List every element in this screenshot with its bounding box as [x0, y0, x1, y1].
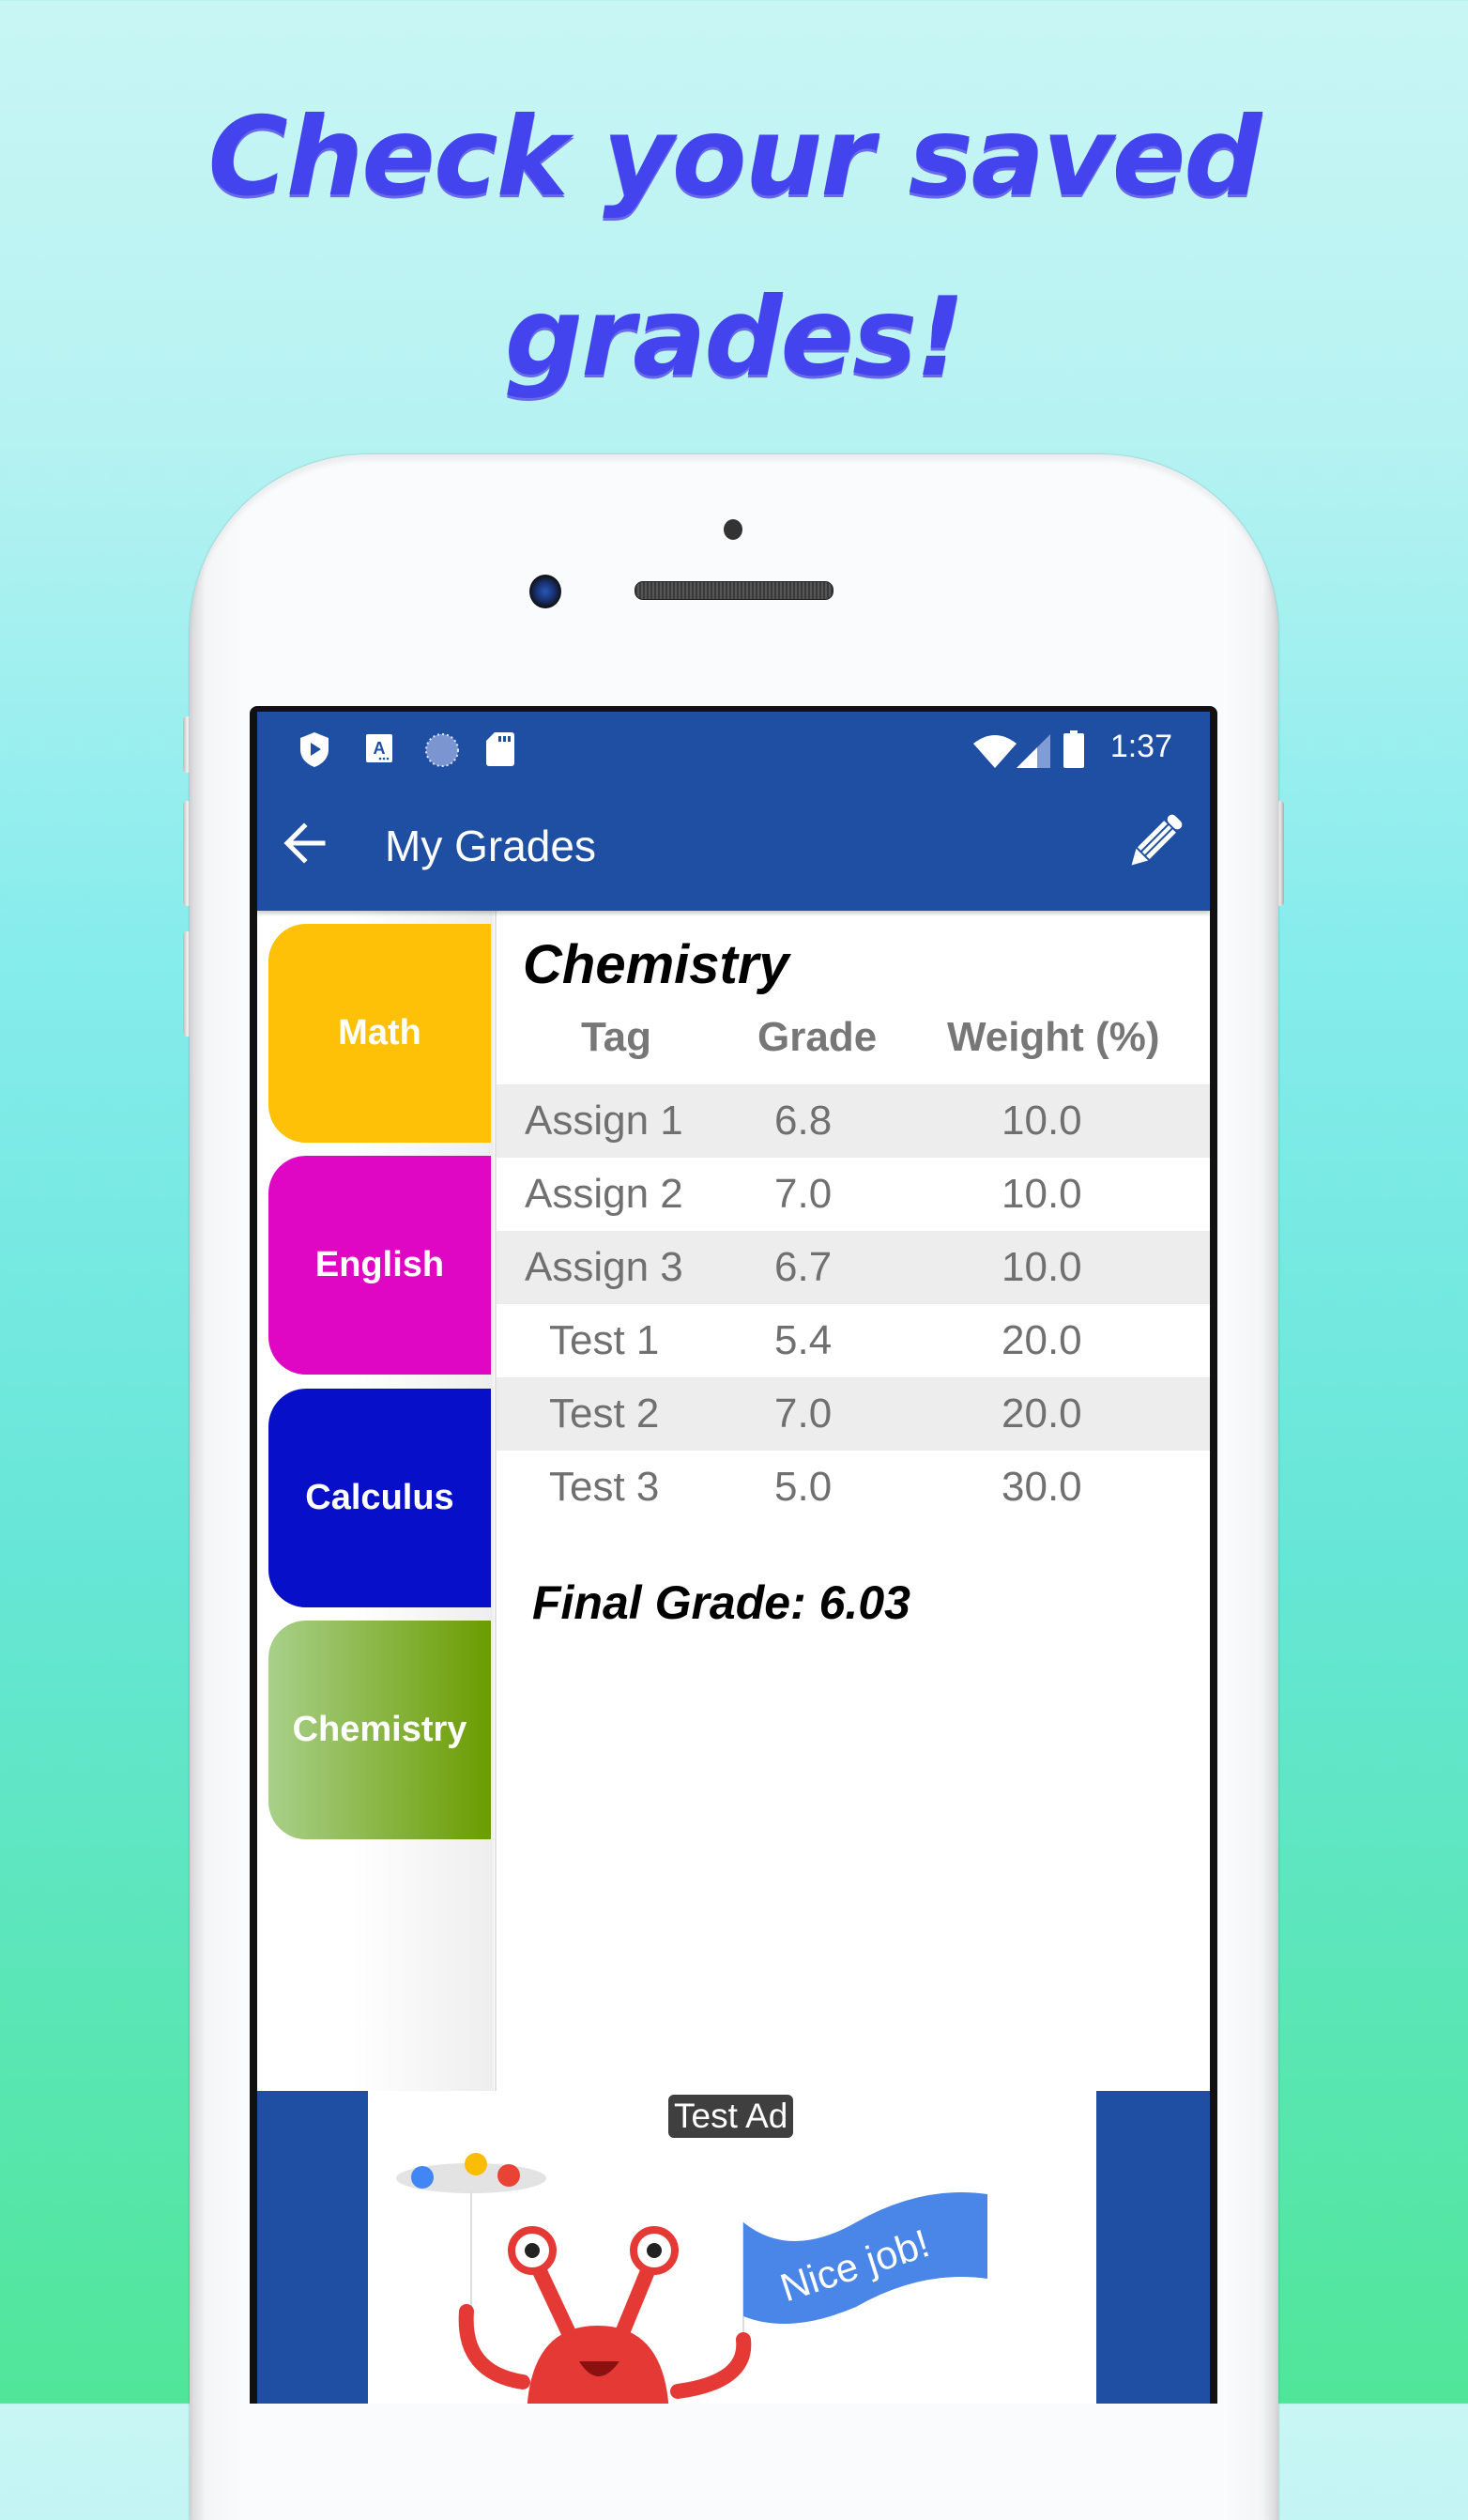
wifi-icon [973, 735, 1017, 768]
status-time: 1:37 [1109, 729, 1172, 764]
cell-tag: Assign 3 [525, 1244, 683, 1290]
cell-weight: 10.0 [1002, 1098, 1082, 1144]
promo-headline-line1: Check your saved [207, 94, 1262, 221]
tab-math[interactable]: Math [268, 924, 491, 1143]
arrow-left-icon [283, 822, 326, 864]
cell-grade: 5.0 [774, 1464, 833, 1510]
cell-grade: 7.0 [774, 1171, 833, 1217]
phone-screen: A 1:37 My Grades Math English Calculus C… [250, 706, 1217, 2404]
proximity-sensor [724, 519, 742, 540]
tab-label: Math [338, 1013, 421, 1053]
table-row[interactable]: Test 1 5.4 20.0 [497, 1304, 1210, 1377]
cell-grade: 6.8 [774, 1098, 833, 1144]
cell-grade: 7.0 [774, 1391, 833, 1437]
edit-button[interactable] [1122, 807, 1189, 875]
table-row[interactable]: Assign 1 6.8 10.0 [497, 1084, 1210, 1158]
earpiece-speaker [635, 581, 833, 600]
accessibility-a-icon: A [366, 734, 392, 762]
cell-signal-icon [1017, 734, 1050, 768]
svg-text:A: A [374, 739, 386, 758]
cell-tag: Test 2 [549, 1391, 660, 1437]
table-row[interactable]: Assign 2 7.0 10.0 [497, 1158, 1210, 1231]
toolbar-title: My Grades [385, 822, 596, 870]
tab-english[interactable]: English [268, 1156, 491, 1375]
cell-grade: 5.4 [774, 1317, 833, 1363]
column-header-tag: Tag [581, 1014, 651, 1060]
cell-weight: 30.0 [1002, 1464, 1082, 1510]
final-grade: Final Grade: 6.03 [532, 1576, 910, 1629]
status-bar: A 1:37 [257, 712, 1210, 779]
cell-tag: Assign 1 [525, 1098, 683, 1144]
cell-grade: 6.7 [774, 1244, 833, 1290]
grades-panel: Chemistry Tag Grade Weight (%) Assign 1 … [495, 911, 1210, 2096]
table-row[interactable]: Test 2 7.0 20.0 [497, 1377, 1210, 1451]
promo-headline-line2: grades! [504, 274, 965, 401]
tab-label: Calculus [305, 1478, 454, 1517]
sync-loading-icon [425, 733, 459, 767]
column-header-weight: Weight (%) [947, 1014, 1160, 1060]
subject-title: Chemistry [523, 934, 789, 995]
battery-icon [1063, 730, 1084, 768]
cell-tag: Assign 2 [525, 1171, 683, 1217]
ad-illustration-monster-icon: Nice job! [396, 2153, 987, 2404]
front-camera-icon [529, 575, 561, 608]
play-protect-icon [300, 732, 329, 767]
column-header-grade: Grade [757, 1014, 878, 1060]
tab-calculus[interactable]: Calculus [268, 1389, 491, 1607]
cell-weight: 20.0 [1002, 1317, 1082, 1363]
cell-weight: 10.0 [1002, 1244, 1082, 1290]
table-row[interactable]: Test 3 5.0 30.0 [497, 1451, 1210, 1524]
cell-weight: 20.0 [1002, 1391, 1082, 1437]
ad-banner-container: Test Ad Nice job! [257, 2091, 1210, 2404]
subject-sidebar: Math English Calculus Chemistry [257, 911, 494, 2096]
tab-chemistry[interactable]: Chemistry [268, 1621, 491, 1839]
app-bar: A 1:37 My Grades [257, 712, 1210, 911]
tab-label: English [314, 1245, 445, 1284]
app-window: A 1:37 My Grades Math English Calculus C… [257, 712, 1210, 2404]
table-row[interactable]: Assign 3 6.7 10.0 [497, 1231, 1210, 1304]
sd-card-icon [486, 732, 514, 766]
cell-tag: Test 1 [549, 1317, 660, 1363]
test-ad[interactable]: Test Ad Nice job! [368, 2091, 1096, 2404]
pencil-icon [1131, 814, 1183, 866]
tab-label: Chemistry [292, 1710, 467, 1749]
back-button[interactable] [276, 817, 334, 869]
cell-weight: 10.0 [1002, 1171, 1082, 1217]
cell-tag: Test 3 [549, 1464, 660, 1510]
